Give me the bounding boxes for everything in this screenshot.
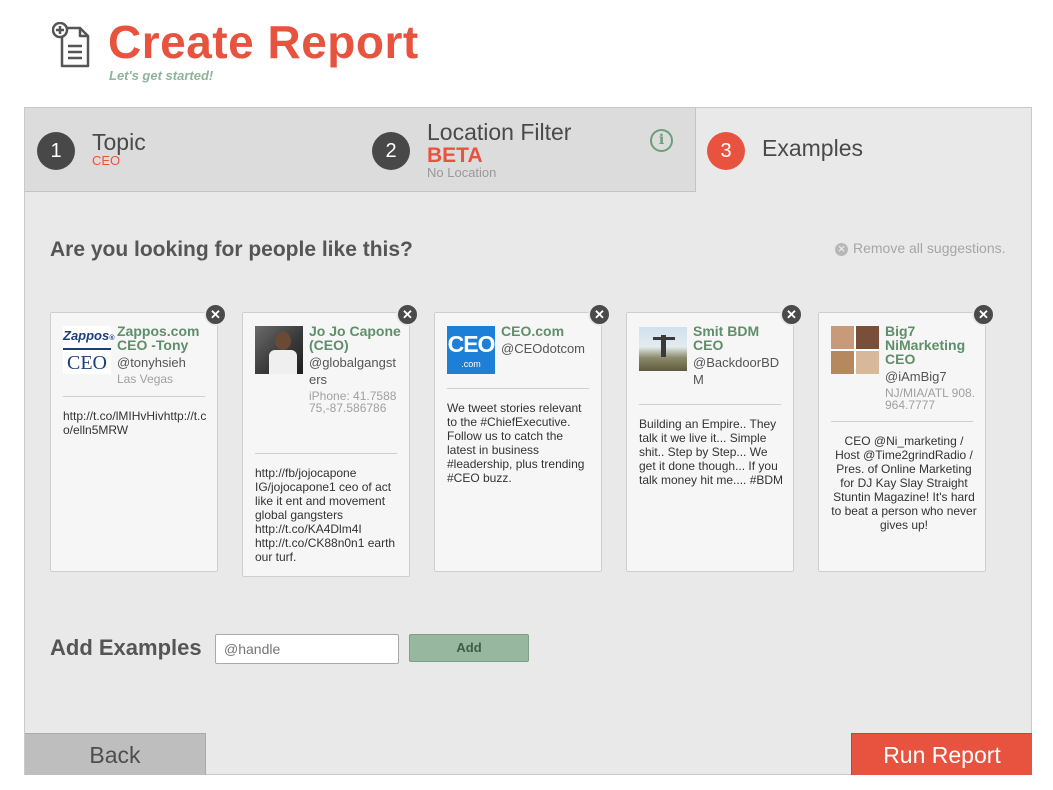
person-photo	[255, 326, 303, 374]
back-button[interactable]: Back	[25, 733, 206, 775]
step-number: 1	[37, 132, 75, 170]
add-examples-label: Add Examples	[50, 635, 202, 660]
suggestion-card: ✕ Big7 NiMarketing CEO @iAmBig7 NJ/MIA/A…	[818, 303, 995, 572]
step-tabs: 1 Topic CEO 2 Location Filter BETA No Lo…	[25, 108, 1031, 192]
card-divider	[831, 421, 973, 422]
page-title: Create Report	[108, 16, 419, 68]
tab-examples[interactable]: 3 Examples	[696, 108, 1031, 192]
card-info: Zappos.com CEO -Tony @tonyhsieh Las Vega…	[117, 324, 209, 385]
tab-topic[interactable]: 1 Topic CEO	[25, 108, 361, 192]
remove-card-button[interactable]: ✕	[780, 303, 803, 326]
suggestion-card: ✕ Zappos® CEO Zappos.com CEO -Tony @tony…	[50, 303, 227, 572]
card-location: iPhone: 41.758875,-87.586786	[309, 389, 397, 415]
card-name[interactable]: Big7 NiMarketing CEO	[885, 324, 977, 366]
tab-location-filter[interactable]: 2 Location Filter BETA No Location i	[360, 108, 696, 192]
step-title: Location Filter	[427, 119, 572, 145]
page-header: Create Report Let's get started!	[0, 0, 1053, 100]
card-bio: We tweet stories relevant to the #ChiefE…	[447, 401, 585, 485]
card-divider	[255, 453, 397, 454]
card-handle: @iAmBig7	[885, 369, 947, 384]
card-bio: http://fb/jojocapone IG/jojocapone1 ceo …	[255, 466, 396, 564]
suggestion-card: ✕ Smit BDM CEO @BackdoorBDM Building an …	[626, 303, 803, 572]
suggestion-card: ✕ CEO .com CEO.com @CEOdotcom We tweet s…	[434, 303, 611, 572]
card-divider	[447, 388, 589, 389]
card-bio: http://t.co/lMIHvHivhttp://t.co/elln5MRW	[63, 409, 207, 437]
card-handle: @CEOdotcom	[501, 341, 585, 356]
card-name[interactable]: Zappos.com CEO -Tony	[117, 324, 209, 352]
step-subtitle: No Location	[427, 165, 497, 180]
remove-card-button[interactable]: ✕	[972, 303, 995, 326]
step-title: Topic	[92, 129, 146, 155]
card-name[interactable]: Smit BDM CEO	[693, 324, 785, 352]
suggestion-card: ✕ Jo Jo Capone (CEO) @globalgangsters iP…	[242, 303, 419, 577]
card-info: Big7 NiMarketing CEO @iAmBig7 NJ/MIA/ATL…	[885, 324, 977, 411]
step-number: 2	[372, 132, 410, 170]
handle-input[interactable]	[215, 634, 399, 664]
card-location: Las Vegas	[117, 372, 174, 386]
card-handle: @tonyhsieh	[117, 355, 186, 370]
page-subtitle: Let's get started!	[109, 68, 214, 83]
card-bio: Building an Empire.. They talk it we liv…	[639, 417, 784, 487]
collage-photo	[831, 326, 879, 374]
card-handle: @globalgangsters	[309, 355, 396, 387]
zappos-logo: Zappos® CEO	[63, 326, 115, 374]
add-button[interactable]: Add	[409, 634, 529, 662]
card-divider	[639, 404, 781, 405]
run-report-button[interactable]: Run Report	[851, 733, 1032, 775]
remove-all-label: Remove all suggestions.	[853, 240, 1006, 256]
card-info: Jo Jo Capone (CEO) @globalgangsters iPho…	[309, 324, 401, 414]
close-icon: ✕	[835, 243, 848, 256]
remove-card-button[interactable]: ✕	[588, 303, 611, 326]
info-icon[interactable]: i	[650, 129, 673, 152]
report-panel: 1 Topic CEO 2 Location Filter BETA No Lo…	[24, 107, 1032, 775]
card-handle: @BackdoorBDM	[693, 355, 780, 387]
card-name[interactable]: Jo Jo Capone (CEO)	[309, 324, 401, 352]
step-number: 3	[707, 132, 745, 170]
card-divider	[63, 396, 205, 397]
remove-all-link[interactable]: ✕ Remove all suggestions.	[835, 240, 1006, 256]
card-bio: CEO @Ni_marketing / Host @Time2grindRadi…	[831, 434, 977, 532]
suggestions-heading: Are you looking for people like this?	[50, 238, 413, 261]
card-info: CEO.com @CEOdotcom	[501, 324, 593, 357]
step-title: Examples	[762, 135, 863, 161]
card-location: NJ/MIA/ATL 908.964.7777	[885, 386, 976, 412]
card-info: Smit BDM CEO @BackdoorBDM	[693, 324, 785, 388]
step-subtitle: CEO	[92, 153, 121, 168]
remove-card-button[interactable]: ✕	[204, 303, 227, 326]
new-document-icon	[52, 22, 90, 68]
landscape-photo	[639, 327, 687, 371]
ceo-com-logo: CEO .com	[447, 326, 495, 374]
card-name[interactable]: CEO.com	[501, 324, 593, 338]
